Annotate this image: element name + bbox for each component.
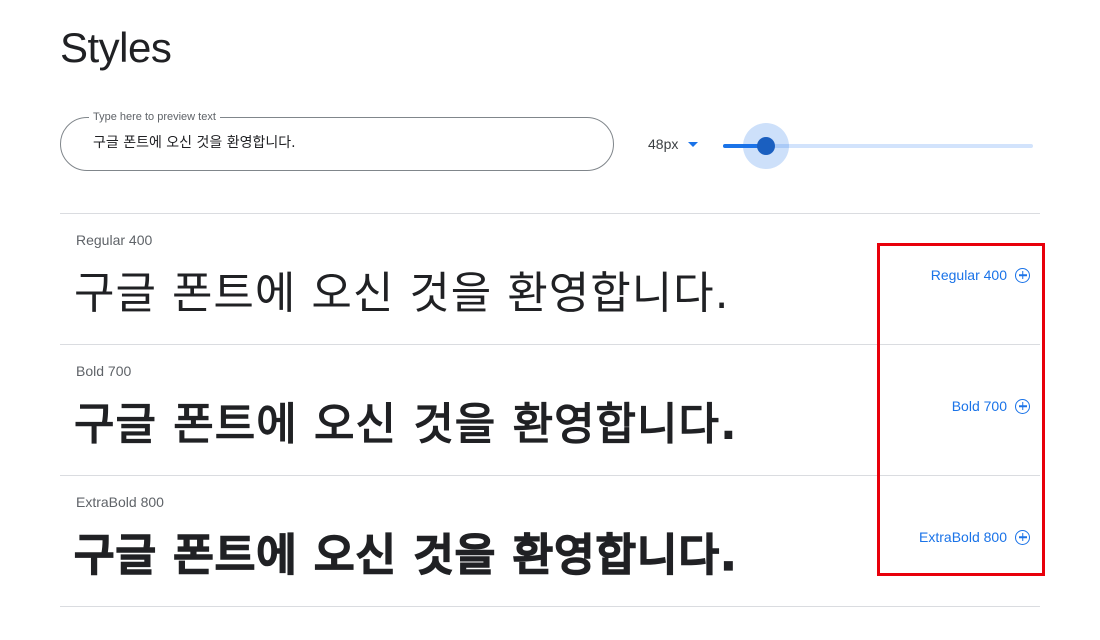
caret-down-icon xyxy=(688,141,699,147)
style-sample-text: 구글 폰트에 오신 것을 환영합니다. xyxy=(73,529,738,581)
add-circle-icon xyxy=(1015,267,1030,283)
select-extrabold-800-button[interactable]: ExtraBold 800 xyxy=(919,529,1030,545)
page-title: Styles xyxy=(60,24,172,71)
font-size-select[interactable]: 48px xyxy=(648,136,699,152)
font-size-value: 48px xyxy=(648,136,679,152)
style-row-bold-700: Bold 700 구글 폰트에 오신 것을 환영합니다. Bold 700 xyxy=(60,344,1040,475)
style-name: Bold 700 xyxy=(76,363,132,379)
font-size-slider[interactable] xyxy=(723,123,1033,169)
style-row-regular-400: Regular 400 구글 폰트에 오신 것을 환영합니다. Regular … xyxy=(60,213,1040,344)
preview-text-field[interactable]: Type here to preview text xyxy=(60,110,614,171)
slider-thumb[interactable] xyxy=(757,137,775,155)
preview-text-label: Type here to preview text xyxy=(89,110,220,124)
select-style-label: ExtraBold 800 xyxy=(919,529,1007,545)
style-row-extrabold-800: ExtraBold 800 구글 폰트에 오신 것을 환영합니다. ExtraB… xyxy=(60,475,1040,607)
select-style-label: Regular 400 xyxy=(930,267,1007,283)
style-sample-text: 구글 폰트에 오신 것을 환영합니다. xyxy=(74,268,730,319)
add-circle-icon xyxy=(1015,529,1030,545)
select-bold-700-button[interactable]: Bold 700 xyxy=(952,398,1030,414)
style-name: Regular 400 xyxy=(76,232,153,248)
select-regular-400-button[interactable]: Regular 400 xyxy=(931,267,1030,283)
style-name: ExtraBold 800 xyxy=(76,494,164,510)
select-style-label: Bold 700 xyxy=(951,398,1007,414)
add-circle-icon xyxy=(1015,398,1030,414)
style-sample-text: 구글 폰트에 오신 것을 환영합니다. xyxy=(74,399,738,450)
preview-text-input[interactable] xyxy=(93,134,573,150)
style-list: Regular 400 구글 폰트에 오신 것을 환영합니다. Regular … xyxy=(60,213,1040,607)
